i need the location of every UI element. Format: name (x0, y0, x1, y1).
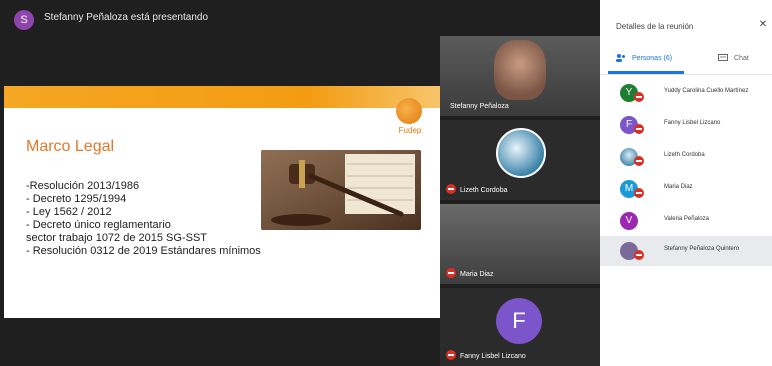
participant-name: Valeria Peñaloza (664, 216, 709, 222)
mic-off-icon (446, 350, 456, 360)
mic-off-icon (634, 156, 644, 166)
participant-name: Fanny Lisbel Lizcano (460, 353, 526, 360)
active-tab-indicator (608, 71, 684, 74)
participant-row[interactable]: V Valeria Peñaloza (600, 206, 772, 236)
tab-people-label: Personas (6) (632, 54, 673, 62)
slide-bullet: -Resolución 2013/1986 (26, 180, 140, 192)
close-icon[interactable]: ✕ (758, 20, 768, 30)
participant-name: Fanny Lisbel Lizcano (664, 120, 721, 126)
mic-off-icon (634, 92, 644, 102)
participant-name: Maria Diaz (664, 184, 693, 190)
participant-tiles: Stefanny Peñaloza Lizeth Cordoba Maria D… (440, 36, 600, 366)
slide-bullet: sector trabajo 1072 de 2015 SG-SST (26, 232, 207, 244)
presentation-stage: S Stefanny Peñaloza está presentando Fud… (0, 0, 600, 366)
slide-logo: Fudep (390, 98, 430, 138)
mic-off-icon (446, 184, 456, 194)
participant-name: Lizeth Cordoba (664, 152, 705, 158)
slide-bullet: - Ley 1562 / 2012 (26, 206, 112, 218)
mic-off-icon (446, 268, 456, 278)
participant-avatar (496, 128, 546, 178)
participant-video (494, 40, 546, 100)
participant-tile[interactable]: Maria Diaz (440, 204, 600, 284)
panel-tabs: Personas (6) Chat (600, 46, 772, 75)
participant-name: Lizeth Cordoba (460, 187, 508, 194)
chat-icon (718, 54, 728, 61)
logo-mark (396, 98, 422, 124)
shared-slide: Fudep Marco Legal -Resolución 2013/1986 … (4, 86, 440, 318)
people-icon (616, 54, 625, 62)
participant-row[interactable]: Stefanny Peñaloza Quintero (600, 236, 772, 266)
participant-name: Maria Diaz (460, 271, 494, 278)
presenter-avatar: S (14, 10, 34, 30)
mic-off-icon (634, 250, 644, 260)
meeting-window: S Stefanny Peñaloza está presentando Fud… (0, 0, 772, 366)
participant-name: Yuddy Carolina Cuello Martínez (664, 88, 749, 94)
meeting-details-panel: Detalles de la reunión ✕ Personas (6) Ch… (600, 0, 772, 366)
tab-chat[interactable]: Chat (718, 54, 749, 62)
participant-tile[interactable]: F Fanny Lisbel Lizcano (440, 288, 600, 366)
participant-tile[interactable]: Lizeth Cordoba (440, 120, 600, 200)
tab-chat-label: Chat (734, 54, 749, 62)
participant-tile[interactable]: Stefanny Peñaloza (440, 36, 600, 116)
participant-name: Stefanny Peñaloza Quintero (664, 246, 740, 252)
participant-row[interactable]: M Maria Diaz (600, 174, 772, 204)
slide-bullet: - Decreto 1295/1994 (26, 193, 127, 205)
participant-row[interactable]: F Fanny Lisbel Lizcano (600, 110, 772, 140)
participant-name: Stefanny Peñaloza (450, 103, 509, 110)
slide-bullets: -Resolución 2013/1986 - Decreto 1295/199… (26, 180, 261, 258)
presenter-bar: S Stefanny Peñaloza está presentando (0, 0, 600, 36)
panel-title: Detalles de la reunión (616, 22, 694, 31)
slide-title: Marco Legal (26, 138, 115, 155)
slide-bullet: - Decreto único reglamentario (26, 219, 171, 231)
tab-people[interactable]: Personas (6) (616, 54, 672, 62)
participant-row[interactable]: Y Yuddy Carolina Cuello Martínez (600, 78, 772, 108)
participant-avatar: V (620, 212, 638, 230)
mic-off-icon (634, 124, 644, 134)
slide-banner (4, 86, 440, 108)
presenter-status-text: Stefanny Peñaloza está presentando (44, 12, 209, 23)
gavel-image (261, 150, 421, 230)
mic-off-icon (634, 188, 644, 198)
participant-avatar: F (496, 298, 542, 344)
slide-bullet: - Resolución 0312 de 2019 Estándares mín… (26, 245, 261, 257)
logo-text: Fudep (398, 126, 422, 135)
participant-row[interactable]: Lizeth Cordoba (600, 142, 772, 172)
